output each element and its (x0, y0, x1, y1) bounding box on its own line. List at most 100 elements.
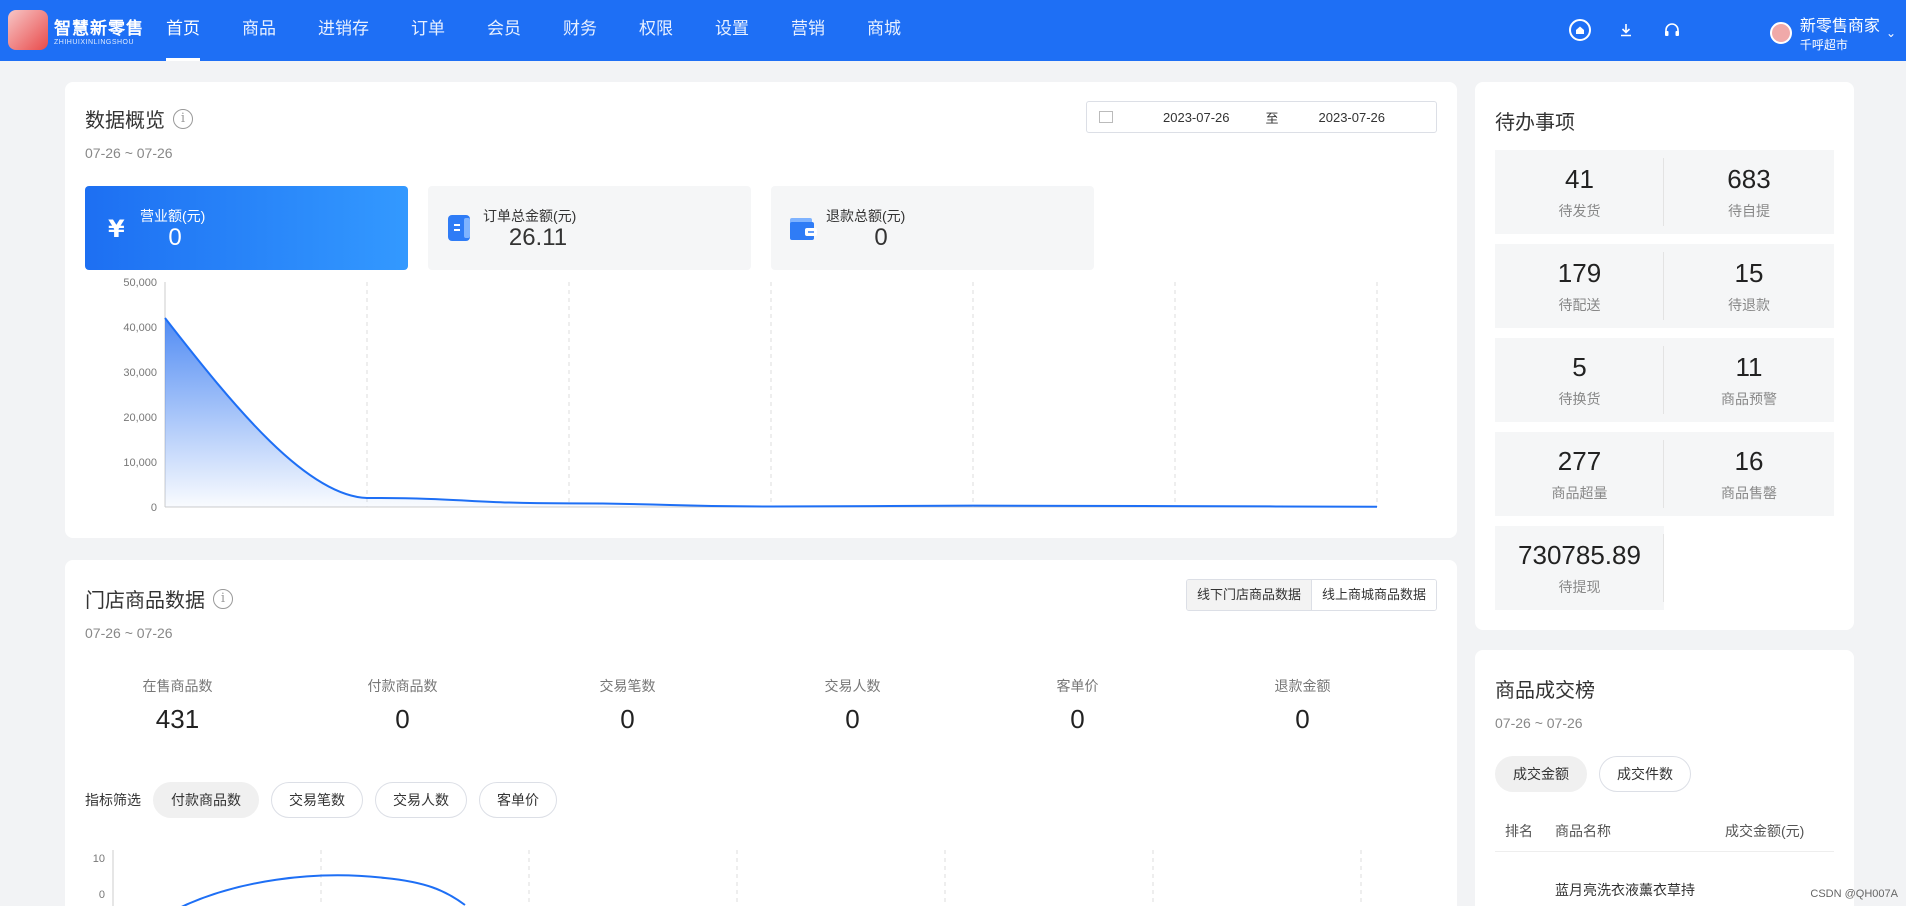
todo-grid: 41 待发货 683 待自提 179 待配送 15 待退款 5 待换货 11 商品预警 277 商品超量 1… (1495, 150, 1834, 620)
date-separator: 至 (1265, 110, 1279, 126)
brand-name: 智慧新零售 (54, 19, 144, 38)
nav-item-4[interactable]: 会员 (487, 0, 521, 61)
ranking-card: 商品成交榜 07-26 ~ 07-26 成交金额 成交件数 排名 商品名称 成交… (1475, 650, 1854, 906)
todo-value: 5 (1572, 352, 1587, 382)
filter-label: 指标筛选 (85, 792, 141, 808)
nav-item-1[interactable]: 商品 (242, 0, 276, 61)
ranking-table-header: 排名 商品名称 成交金额(元) (1495, 810, 1834, 852)
info-icon[interactable]: i (213, 588, 233, 609)
todo-item[interactable]: 730785.89 待提现 (1495, 526, 1664, 610)
todo-label: 待发货 (1558, 203, 1601, 219)
nav-item-5[interactable]: 财务 (563, 0, 597, 61)
todo-item[interactable]: 11 商品预警 (1664, 338, 1834, 422)
end-date[interactable]: 2023-07-26 (1319, 110, 1386, 125)
y-tick-label: 30,000 (123, 367, 157, 379)
y-tick-label: 10,000 (123, 457, 157, 469)
todo-item[interactable]: 16 商品售罄 (1664, 432, 1834, 516)
nav-item-9[interactable]: 商城 (867, 0, 901, 61)
metric-value: 0 (1295, 704, 1310, 734)
yuan-icon: ¥ (103, 214, 131, 243)
series-line (181, 874, 466, 906)
user-menu[interactable]: 新零售商家 千呼超市 ⌄ (1769, 12, 1896, 53)
chevron-down-icon: ⌄ (1885, 25, 1896, 40)
y-tick-label: 40,000 (123, 322, 157, 334)
filter-pill[interactable]: 付款商品数 (153, 782, 259, 818)
svg-text:¥: ¥ (108, 215, 125, 242)
nav-item-3[interactable]: 订单 (411, 0, 445, 61)
col-rank: 排名 (1505, 823, 1533, 839)
revenue-area-chart: 010,00020,00030,00040,00050,00007/2007/2… (123, 277, 1378, 512)
todo-value: 11 (1735, 352, 1763, 382)
avatar (1769, 21, 1792, 44)
metric-label: 交易笔数 (599, 678, 656, 694)
todo-label: 待退款 (1728, 297, 1770, 313)
metric-filter: 指标筛选 付款商品数 交易笔数 交易人数 客单价 (85, 782, 569, 818)
stat-value: 26.11 (508, 224, 568, 251)
y-tick-label: 20,000 (123, 412, 157, 424)
metric-item: 交易人数 0 (740, 676, 965, 735)
watermark: CSDN @QH007A (1810, 888, 1898, 900)
filter-pill[interactable]: 客单价 (479, 782, 557, 818)
brand-logo[interactable]: 智慧新零售 ZHIHUIXINLINGSHOU (8, 10, 144, 50)
stat-order-total[interactable]: 订单总金额(元) 26.11 (428, 186, 751, 270)
rank-by-quantity-button[interactable]: 成交件数 (1599, 756, 1691, 792)
user-name: 新零售商家 (1799, 18, 1880, 35)
store-product-card: 门店商品数据 i 07-26 ~ 07-26 线下门店商品数据 线上商城商品数据… (65, 560, 1457, 906)
todo-value: 41 (1565, 164, 1594, 194)
metric-item: 交易笔数 0 (515, 676, 740, 735)
stat-revenue[interactable]: ¥ 营业额(元) 0 (85, 186, 408, 270)
home-icon[interactable] (1566, 18, 1594, 42)
metric-label: 交易人数 (824, 678, 881, 694)
todo-value: 16 (1734, 446, 1764, 476)
nav-item-7[interactable]: 设置 (715, 0, 749, 61)
start-date[interactable]: 2023-07-26 (1163, 110, 1230, 125)
todo-value: 15 (1734, 258, 1764, 288)
filter-pill[interactable]: 交易人数 (375, 782, 467, 818)
y-tick-label: 0 (151, 502, 157, 512)
nav-item-2[interactable]: 进销存 (318, 0, 369, 61)
order-icon (446, 214, 474, 242)
calendar-icon (1099, 111, 1113, 123)
tab-offline-store[interactable]: 线下门店商品数据 (1186, 580, 1312, 610)
store-title: 门店商品数据 (85, 590, 205, 612)
metric-value: 0 (395, 704, 410, 734)
metric-value: 0 (845, 704, 860, 734)
ranking-date-range: 07-26 ~ 07-26 (1495, 715, 1583, 731)
todo-item[interactable]: 179 待配送 (1495, 244, 1664, 328)
nav-item-8[interactable]: 营销 (791, 0, 825, 61)
nav-item-0[interactable]: 首页 (166, 0, 200, 61)
filter-pill[interactable]: 交易笔数 (271, 782, 363, 818)
metric-label: 客单价 (1056, 678, 1099, 694)
todo-card: 待办事项 41 待发货 683 待自提 179 待配送 15 待退款 5 待换货 11 商品预警 277… (1475, 82, 1854, 630)
store-metrics: 在售商品数 431 付款商品数 0 交易笔数 0 交易人数 0 客单价 0 退款金额 0 (65, 676, 1457, 735)
store-date-range: 07-26 ~ 07-26 (85, 625, 173, 641)
todo-label: 待自提 (1728, 203, 1770, 219)
col-product-name: 商品名称 (1555, 823, 1611, 839)
metric-label: 在售商品数 (142, 678, 213, 694)
refund-wallet-icon (789, 214, 817, 242)
todo-label: 待配送 (1558, 297, 1601, 313)
stat-refund-total[interactable]: 退款总额(元) 0 (771, 186, 1094, 270)
download-icon[interactable] (1612, 18, 1640, 42)
product-name: 蓝月亮洗衣液薰衣草持 (1555, 882, 1695, 898)
todo-item[interactable]: 277 商品超量 (1495, 432, 1664, 516)
tab-online-mall[interactable]: 线上商城商品数据 (1311, 580, 1436, 610)
date-range-picker[interactable]: 2023-07-26 至 2023-07-26 (1086, 101, 1437, 133)
todo-item[interactable]: 5 待换货 (1495, 338, 1664, 422)
metric-value: 431 (155, 704, 200, 734)
stat-label: 订单总金额(元) (483, 208, 577, 224)
metric-item: 退款金额 0 (1190, 676, 1415, 735)
headset-icon[interactable] (1658, 18, 1686, 42)
metric-value: 0 (620, 704, 635, 734)
rank-by-amount-button[interactable]: 成交金额 (1495, 756, 1587, 792)
info-icon[interactable]: i (173, 108, 193, 129)
todo-value: 277 (1557, 446, 1602, 476)
nav-item-6[interactable]: 权限 (639, 0, 673, 61)
todo-item[interactable]: 41 待发货 (1495, 150, 1664, 234)
y-tick-label: 0 (99, 889, 105, 901)
y-tick-label: 10 (93, 853, 105, 865)
todo-item[interactable]: 683 待自提 (1664, 150, 1834, 234)
stat-label: 营业额(元) (140, 208, 206, 224)
overview-title: 数据概览 (85, 110, 165, 132)
todo-item[interactable]: 15 待退款 (1664, 244, 1834, 328)
